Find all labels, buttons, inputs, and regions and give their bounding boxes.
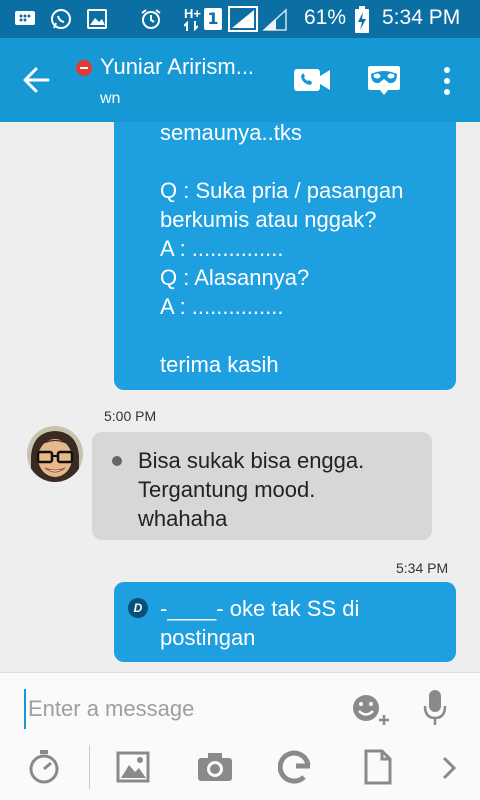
toolbar-divider [89,745,90,789]
busy-status-icon [76,60,92,76]
message-line: terima kasih [160,352,279,377]
signal-sim2-icon [262,8,287,31]
private-chat-mask-icon[interactable] [366,64,402,96]
bbm-notification-icon [15,11,35,25]
contact-avatar[interactable] [27,426,83,482]
incoming-message-bubble[interactable]: Bisa sukak bisa engga. Tergantung mood. … [92,432,432,540]
message-line: berkumis atau nggak? [160,207,377,232]
file-attach-icon[interactable] [364,749,392,785]
message-line: Q : Suka pria / pasangan [160,178,404,203]
outgoing-message-bubble[interactable]: semaunya..tks Q : Suka pria / pasangan b… [114,122,456,390]
message-line: -____- oke tak SS di [160,596,360,621]
camera-icon[interactable] [196,751,234,783]
back-arrow-icon[interactable] [18,62,54,98]
message-line [160,321,440,350]
network-type: H+ [184,6,201,21]
clock: 5:34 PM [382,6,461,29]
conversation-area[interactable]: semaunya..tks Q : Suka pria / pasangan b… [0,122,480,672]
gallery-notification-icon [87,9,107,29]
message-timestamp: 5:34 PM [396,560,449,576]
sim-slot-badge: 1 [204,8,222,30]
emoji-add-icon[interactable] [350,691,392,727]
message-line: Q : Alasannya? [160,265,310,290]
contact-name[interactable]: Yuniar Arirism... [100,54,254,80]
message-line [160,147,440,176]
status-bar: H+ 1 61% 5:34 PM [0,0,480,38]
overflow-menu-icon[interactable] [440,66,454,98]
battery-charging-icon [355,6,369,33]
battery-percent: 61% [304,6,347,29]
message-line: postingan [160,625,256,650]
message-line: whahaha [138,506,228,531]
app-bar: Yuniar Arirism... wn [0,38,480,122]
timed-message-icon[interactable] [26,749,62,785]
message-input[interactable] [24,689,324,729]
compose-bar [0,672,480,800]
data-arrows-icon [184,20,198,32]
alarm-icon [141,9,161,29]
google-search-icon[interactable] [278,749,314,785]
whatsapp-icon [51,9,71,29]
message-line: semaunya..tks [160,122,302,145]
avatar-image [27,426,83,482]
message-line: A : ............... [160,294,284,319]
message-line: A : ............... [160,236,284,261]
message-line: Tergantung mood. [138,477,316,502]
contact-status-message: wn [100,90,121,107]
outgoing-message-bubble[interactable]: D -____- oke tak SS di postingan [114,582,456,662]
signal-strength-icon [228,6,258,32]
message-timestamp: 5:00 PM [104,408,157,424]
read-status-dot-icon [112,456,122,466]
message-line: Bisa sukak bisa engga. [138,448,365,473]
delivered-status-icon: D [128,598,148,618]
picture-attach-icon[interactable] [116,751,150,783]
voice-note-mic-icon[interactable] [422,689,448,727]
more-attachments-chevron-icon[interactable] [440,755,458,781]
video-call-icon[interactable] [292,64,332,96]
